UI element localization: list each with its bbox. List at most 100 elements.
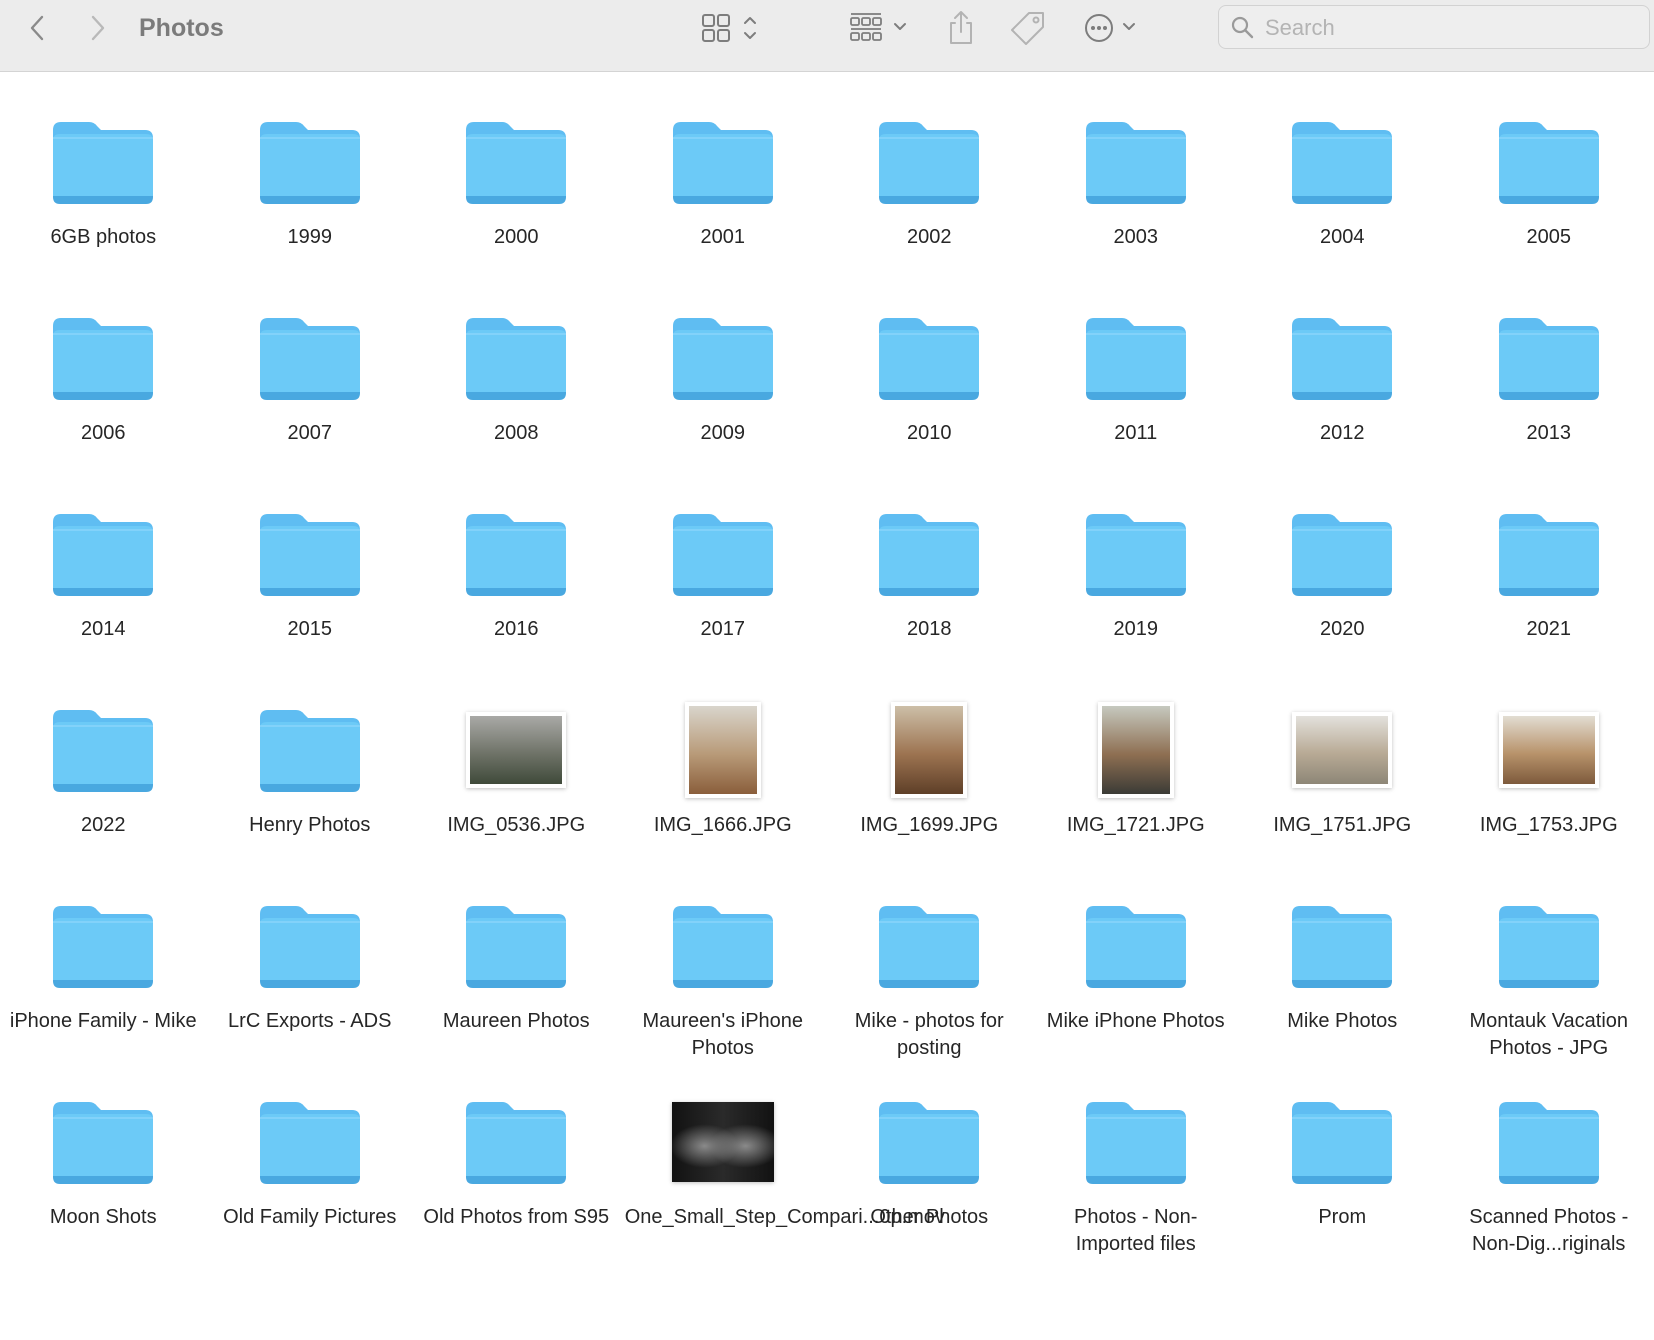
item-name: 1999 — [287, 226, 333, 248]
item-name: iPhone Family - Mike — [9, 1010, 197, 1032]
folder-item[interactable]: 2007 — [207, 292, 414, 488]
folder-item[interactable]: 2018 — [826, 488, 1033, 684]
folder-item[interactable]: Montauk Vacation Photos - JPG — [1446, 880, 1653, 1076]
folder-icon — [461, 112, 571, 212]
item-name: 2012 — [1320, 422, 1365, 444]
item-name: 2005 — [1526, 226, 1572, 248]
item-name: 2006 — [81, 422, 126, 444]
item-name: Maureen's iPhone Photos — [642, 1010, 804, 1059]
share-button[interactable] — [944, 8, 978, 48]
file-item[interactable]: IMG_1699.JPG — [826, 684, 1033, 880]
item-name: 2009 — [700, 422, 746, 444]
folder-item[interactable]: 2021 — [1446, 488, 1653, 684]
folder-item[interactable]: 2011 — [1033, 292, 1240, 488]
photo-thumbnail — [466, 712, 567, 788]
search-field[interactable] — [1218, 5, 1650, 49]
item-name: 2011 — [1114, 422, 1158, 444]
item-name: 2007 — [287, 422, 333, 444]
file-icon-grid: 6GB photos 1999 2000 2001 2002 2003 2004 2005 20… — [0, 96, 1654, 1272]
folder-item[interactable]: 2008 — [413, 292, 620, 488]
folder-item[interactable]: 2000 — [413, 96, 620, 292]
item-name: Mike iPhone Photos — [1046, 1010, 1225, 1032]
folder-item[interactable]: Mike - photos for posting — [826, 880, 1033, 1076]
item-name: Mike - photos for posting — [854, 1010, 1004, 1059]
folder-item[interactable]: Mike Photos — [1239, 880, 1446, 1076]
item-name: Maureen Photos — [442, 1010, 590, 1032]
window-title: Photos — [139, 14, 224, 42]
folder-item[interactable]: 2005 — [1446, 96, 1653, 292]
folder-item[interactable]: Old Family Pictures — [207, 1076, 414, 1272]
folder-icon — [255, 308, 365, 408]
folder-item[interactable]: Maureen Photos — [413, 880, 620, 1076]
folder-icon — [874, 308, 984, 408]
folder-item[interactable]: 2004 — [1239, 96, 1446, 292]
folder-item[interactable]: Scanned Photos - Non-Dig...riginals — [1446, 1076, 1653, 1272]
group-by-icon — [850, 13, 906, 41]
item-name: 2014 — [81, 618, 126, 640]
search-input[interactable] — [1263, 12, 1637, 44]
folder-item[interactable]: 2003 — [1033, 96, 1240, 292]
file-item[interactable]: One_Small_Step_Compari...0p.mov — [620, 1076, 945, 1272]
folder-item[interactable]: 2001 — [620, 96, 827, 292]
folder-item[interactable]: Photos - Non-Imported files — [1033, 1076, 1240, 1272]
folder-icon — [1287, 1092, 1397, 1192]
file-item[interactable]: IMG_1721.JPG — [1033, 684, 1240, 880]
folder-icon — [255, 112, 365, 212]
group-by-button[interactable] — [849, 8, 913, 48]
folder-item[interactable]: Moon Shots — [0, 1076, 207, 1272]
folder-item[interactable]: LrC Exports - ADS — [207, 880, 414, 1076]
item-name: IMG_1666.JPG — [653, 814, 792, 836]
item-name: IMG_1699.JPG — [860, 814, 999, 836]
folder-item[interactable]: 2016 — [413, 488, 620, 684]
folder-icon — [668, 504, 778, 604]
more-actions-button[interactable] — [1082, 8, 1142, 48]
folder-item[interactable]: Maureen's iPhone Photos — [620, 880, 827, 1076]
folder-item[interactable]: 2014 — [0, 488, 207, 684]
folder-item[interactable]: Henry Photos — [207, 684, 414, 880]
folder-item[interactable]: 2006 — [0, 292, 207, 488]
folder-item[interactable]: 2013 — [1446, 292, 1653, 488]
item-name: 2001 — [700, 226, 746, 248]
folder-item[interactable]: iPhone Family - Mike — [0, 880, 207, 1076]
item-name: Scanned Photos - Non-Dig...riginals — [1469, 1206, 1629, 1255]
file-item[interactable]: IMG_1751.JPG — [1239, 684, 1446, 880]
folder-item[interactable]: 2002 — [826, 96, 1033, 292]
folder-icon — [461, 896, 571, 996]
ellipsis-circle-icon — [1085, 14, 1135, 42]
tag-button[interactable] — [1008, 8, 1048, 48]
folder-item[interactable]: Old Photos from S95 — [413, 1076, 620, 1272]
folder-item[interactable]: 6GB photos — [0, 96, 207, 292]
file-item[interactable]: IMG_0536.JPG — [413, 684, 620, 880]
finder-toolbar: Photos — [0, 0, 1654, 72]
folder-icon — [1287, 504, 1397, 604]
file-item[interactable]: IMG_1753.JPG — [1446, 684, 1653, 880]
folder-item[interactable]: Mike iPhone Photos — [1033, 880, 1240, 1076]
item-name: 2004 — [1320, 226, 1365, 248]
folder-item[interactable]: 2015 — [207, 488, 414, 684]
folder-item[interactable]: 2020 — [1239, 488, 1446, 684]
folder-icon — [1494, 896, 1604, 996]
folder-item[interactable]: 2022 — [0, 684, 207, 880]
back-button[interactable] — [22, 8, 52, 48]
folder-icon — [668, 308, 778, 408]
view-mode-button[interactable] — [700, 8, 764, 48]
folder-item[interactable]: 2017 — [620, 488, 827, 684]
folder-item[interactable]: 2012 — [1239, 292, 1446, 488]
item-name: 2010 — [907, 422, 952, 444]
folder-icon — [461, 1092, 571, 1192]
folder-item[interactable]: 2010 — [826, 292, 1033, 488]
item-name: Henry Photos — [249, 814, 371, 836]
folder-item[interactable]: 2019 — [1033, 488, 1240, 684]
folder-icon — [48, 112, 158, 212]
folder-item[interactable]: 1999 — [207, 96, 414, 292]
item-name: IMG_1751.JPG — [1273, 814, 1412, 836]
folder-icon — [1081, 1092, 1191, 1192]
item-name: 2021 — [1526, 618, 1572, 640]
file-item[interactable]: IMG_1666.JPG — [620, 684, 827, 880]
forward-button[interactable] — [83, 8, 113, 48]
folder-item[interactable]: Other Photos — [826, 1076, 1033, 1272]
tag-icon — [1011, 12, 1044, 45]
folder-icon — [874, 112, 984, 212]
folder-item[interactable]: Prom — [1239, 1076, 1446, 1272]
folder-item[interactable]: 2009 — [620, 292, 827, 488]
